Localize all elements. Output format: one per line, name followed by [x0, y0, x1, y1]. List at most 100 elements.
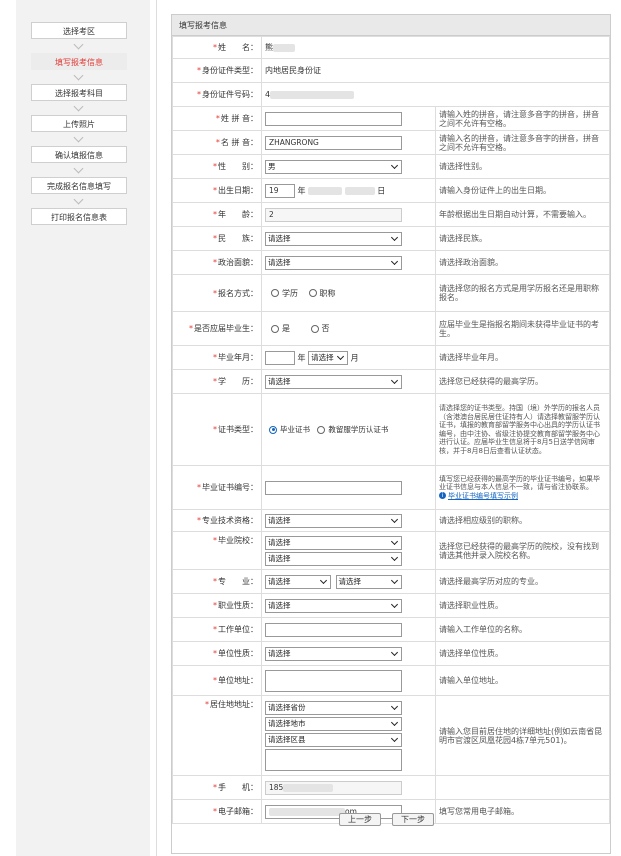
panel-header: 填写报考信息 [172, 15, 610, 36]
required-star: * [213, 43, 217, 52]
step-select-subjects[interactable]: 选择报考科目 [31, 84, 127, 101]
residence-province-select[interactable]: 请选择省份 [265, 700, 402, 715]
ethnic-select[interactable]: 请选择 [265, 231, 402, 246]
tip-grad-date: 请选择毕业年月。 [435, 345, 610, 370]
surname-pinyin-input[interactable] [265, 111, 402, 126]
chevron-down-icon [73, 163, 84, 174]
cert-overseas-label: 教留服学历认证书 [328, 425, 389, 434]
form-panel: 填写报考信息 *姓 名： 熊 *身份证件类型： 内地居民身份证 *身份证件号码：… [171, 14, 611, 854]
row-id-no: *身份证件号码： 4 [172, 82, 610, 107]
cert-overseas-radio[interactable] [317, 425, 326, 434]
required-star: * [215, 114, 220, 123]
info-icon: i [439, 492, 446, 500]
step-upload-photo[interactable]: 上传照片 [31, 115, 127, 132]
label-major: 专 业： [218, 577, 258, 586]
tip-apply-mode: 请选择您的报名方式是用学历报名还是用职称报名。 [435, 274, 610, 312]
label-name-pinyin: 名 拼 音： [220, 138, 258, 147]
cert-no-example-link[interactable]: 毕业证书编号填写示例 [448, 492, 518, 500]
fresh-grad-yes-radio[interactable] [271, 324, 279, 333]
major-category-select[interactable]: 请选择 [265, 574, 331, 589]
residence-address-textarea[interactable] [265, 748, 402, 771]
row-name-pinyin: *名 拼 音： ZHANGRONG 请输入名的拼音，请注意多音字的拼音，拼音之间… [172, 130, 610, 155]
chevron-down-icon [73, 194, 84, 205]
tip-cert-type: 请选择您的证书类型。持国（境）外学历的报名人员（含港澳台居民居住证持有人）请选择… [435, 393, 610, 466]
school-select[interactable]: 请选择 [265, 551, 402, 566]
employer-input[interactable] [265, 622, 402, 637]
tip-gender: 请选择性别。 [435, 154, 610, 179]
row-birth: *出生日期： 19 年 日 请输入身份证件上的出生日期。 [172, 178, 610, 203]
email-input[interactable]: om [265, 804, 402, 819]
tip-prof-title: 请选择相应级别的职称。 [435, 509, 610, 532]
grad-year-unit: 年 [297, 353, 306, 362]
apply-mode-title-radio[interactable] [308, 289, 317, 297]
gender-select[interactable]: 男 [265, 159, 402, 174]
unit-nature-select[interactable]: 请选择 [265, 646, 402, 661]
education-select[interactable]: 请选择 [265, 374, 402, 389]
name-pinyin-input[interactable]: ZHANGRONG [265, 135, 402, 150]
major-select[interactable]: 请选择 [335, 574, 402, 589]
row-email: *电子邮箱： om 填写您常用电子邮箱。 [172, 799, 610, 824]
school-province-select[interactable]: 请选择 [265, 535, 402, 550]
grad-month-select[interactable]: 请选择 [308, 350, 349, 365]
grad-month-unit: 月 [350, 353, 359, 362]
residence-district-select[interactable]: 请选择区县 [265, 732, 402, 747]
birth-year-input[interactable]: 19 [265, 183, 295, 198]
fresh-grad-yes-label: 是 [282, 324, 290, 333]
grad-year-input[interactable] [265, 350, 295, 365]
row-name: *姓 名： 熊 [172, 36, 610, 59]
unit-address-textarea[interactable] [265, 669, 402, 692]
birth-month-input[interactable] [308, 186, 343, 195]
required-star: * [213, 288, 217, 298]
chevron-down-icon [390, 233, 399, 241]
cert-graduation-radio[interactable] [269, 425, 277, 434]
apply-mode-title-label: 职称 [319, 288, 336, 298]
label-education: 学 历： [218, 377, 258, 386]
tip-education: 选择您已经获得的最高学历。 [435, 369, 610, 394]
fresh-grad-no-radio[interactable] [310, 324, 319, 333]
cert-no-input[interactable] [265, 480, 402, 495]
row-grad-date: *毕业年月： 年 请选择 月 请选择毕业年月。 [172, 345, 610, 370]
row-id-type: *身份证件类型： 内地居民身份证 [172, 58, 610, 83]
apply-mode-education-radio[interactable] [271, 289, 279, 297]
redacted-block [270, 90, 355, 99]
label-age: 年 龄： [218, 210, 258, 219]
required-star: * [213, 649, 217, 658]
next-button[interactable]: 下一步 [392, 813, 434, 826]
redacted-block [283, 783, 334, 792]
label-job-nature: 职业性质： [218, 601, 258, 610]
required-star: * [197, 66, 201, 75]
political-select[interactable]: 请选择 [265, 255, 402, 270]
prev-button[interactable]: 上一步 [339, 813, 381, 826]
residence-city-select[interactable]: 请选择地市 [265, 716, 402, 731]
required-star: * [213, 625, 217, 634]
main-content: 填写报考信息 *姓 名： 熊 *身份证件类型： 内地居民身份证 *身份证件号码：… [156, 0, 621, 856]
chevron-down-icon [390, 537, 399, 545]
chevron-down-icon [73, 39, 84, 50]
tip-email: 填写您常用电子邮箱。 [435, 799, 610, 824]
tip-job-nature: 请选择职业性质。 [435, 593, 610, 618]
fresh-grad-no-label: 否 [321, 324, 330, 333]
step-select-region[interactable]: 选择考区 [31, 22, 127, 39]
tip-ethnic: 请选择民族。 [435, 226, 610, 251]
step-fill-info[interactable]: 填写报考信息 [31, 53, 127, 70]
label-unit-address: 单位地址： [218, 676, 258, 685]
prof-title-select[interactable]: 请选择 [265, 513, 402, 528]
required-star: * [215, 138, 220, 147]
job-nature-select[interactable]: 请选择 [265, 598, 402, 613]
label-unit-nature: 单位性质： [218, 649, 258, 658]
label-employer: 工作单位： [218, 625, 258, 634]
chevron-down-icon [390, 702, 399, 710]
tip-school: 选择您已经获得的最高学历的院校，没有找到请选其他并录入院校名称。 [435, 531, 610, 570]
label-mobile: 手 机： [218, 783, 258, 792]
step-confirm-info[interactable]: 确认填报信息 [31, 146, 127, 163]
step-print[interactable]: 打印报名信息表 [31, 208, 127, 225]
tip-unit-nature: 请选择单位性质。 [435, 641, 610, 666]
label-apply-mode: 报名方式： [218, 288, 258, 298]
label-school: 毕业院校： [218, 536, 258, 545]
label-gender: 性 别： [218, 162, 258, 171]
chevron-down-icon [390, 648, 399, 656]
birth-day-input[interactable] [344, 186, 375, 195]
required-star: * [213, 783, 217, 792]
step-complete[interactable]: 完成报名信息填写 [31, 177, 127, 194]
label-residence: 居住地地址： [210, 700, 258, 709]
